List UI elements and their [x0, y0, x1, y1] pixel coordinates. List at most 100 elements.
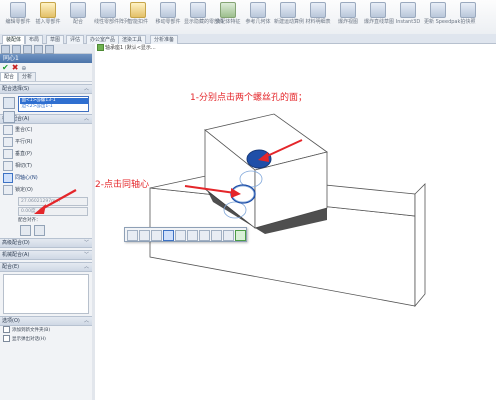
- ribbon-button-instant3d[interactable]: Instant3D: [394, 2, 422, 25]
- tab-6[interactable]: 分析准备: [150, 35, 179, 44]
- option-show-popup[interactable]: 显示弹出对话(H): [0, 335, 92, 344]
- ribbon-button-show-hidden[interactable]: 显示隐藏的零部件: [184, 2, 224, 25]
- ok-button[interactable]: ✔: [2, 63, 9, 72]
- linear-pattern-icon: [100, 2, 116, 18]
- ribbon-button-label: Instant3D: [395, 19, 421, 25]
- ribbon-button-explode-line[interactable]: 爆炸直线草图: [364, 2, 395, 25]
- accept-mate-icon[interactable]: [235, 230, 246, 241]
- parallel-icon[interactable]: [139, 230, 150, 241]
- ribbon-button-ref-geometry[interactable]: 参考几何体: [244, 2, 272, 25]
- ribbon-button-speedpak[interactable]: 更新 Speedpak: [424, 2, 460, 25]
- tab-1[interactable]: 布局: [25, 35, 44, 44]
- tab-3[interactable]: 评估: [66, 35, 85, 44]
- ribbon-button-edit-component[interactable]: 编辑零部件: [4, 2, 32, 25]
- ribbon-button-bom[interactable]: 材料明细表: [304, 2, 332, 25]
- lock-icon[interactable]: [175, 230, 186, 241]
- breadcrumb-label: 轴承座1 (默认<显示...: [105, 45, 156, 51]
- tab-analysis[interactable]: 分析: [18, 72, 37, 81]
- mate-selection-label: 配合选择(S): [2, 86, 30, 92]
- distance-field[interactable]: 27.06021297mm: [18, 197, 88, 206]
- show-hidden-icon: [190, 2, 206, 18]
- ribbon-button-snapshot[interactable]: 拍快照: [454, 2, 482, 25]
- ribbon-button-mate[interactable]: 配合: [64, 2, 92, 25]
- tab-0[interactable]: 装配体: [2, 35, 26, 44]
- explode-line-icon: [370, 2, 386, 18]
- mate-selection-list[interactable]: 面<1>@螺13-1 边<2>@出1-1: [18, 96, 89, 112]
- ribbon-button-assembly-feature[interactable]: 装配体特征: [214, 2, 242, 25]
- chevron-up-icon: ︿: [83, 264, 89, 270]
- graphics-viewport[interactable]: 轴承座1 (默认<显示... 1-分别点击两个螺丝孔的面； 2-点击同轴心: [95, 44, 496, 400]
- pin-icon[interactable]: ⊕: [21, 65, 26, 72]
- tab-mates[interactable]: 配合: [0, 72, 19, 81]
- checkbox[interactable]: [3, 326, 10, 333]
- mate-label: 平行(R): [15, 139, 33, 145]
- feature-tree-icon[interactable]: [1, 45, 10, 54]
- list-item[interactable]: 面<1>@螺13-1: [19, 97, 88, 104]
- concentric-icon[interactable]: [163, 230, 174, 241]
- coincident-icon[interactable]: [127, 230, 138, 241]
- mate-icon: [70, 2, 86, 18]
- mates-list[interactable]: [3, 274, 89, 314]
- insert-component-icon: [40, 2, 56, 18]
- ref-geometry-icon: [250, 2, 266, 18]
- lock-icon: [3, 184, 13, 195]
- option-label: 显示弹出对话(H): [12, 337, 46, 342]
- chevron-down-icon: ﹀: [83, 240, 89, 246]
- perpendicular-mate[interactable]: 垂直(P): [0, 148, 92, 160]
- option-label: 添加到新文件夹(B): [12, 328, 51, 333]
- coincident-mate[interactable]: 重合(C): [0, 124, 92, 136]
- option-add-to-folder[interactable]: 添加到新文件夹(B): [0, 326, 92, 335]
- command-tabs: 装配体 布局 草图 评估 办公室产品 渲染工具 分析准备: [0, 34, 496, 44]
- ribbon-button-label: 配合: [72, 19, 83, 25]
- property-manager-icon[interactable]: [12, 45, 21, 54]
- chevron-up-icon: ︿: [83, 116, 89, 122]
- advanced-mates-header[interactable]: 高级配合(D) ﹀: [0, 238, 92, 248]
- tab-5[interactable]: 渲染工具: [118, 35, 147, 44]
- anti-aligned-icon[interactable]: [34, 225, 45, 236]
- ribbon-button-move-component[interactable]: 移动零部件: [154, 2, 182, 25]
- selection-pin-icon[interactable]: [3, 111, 15, 123]
- lock-mate[interactable]: 锁定(O): [0, 184, 92, 196]
- ribbon-button-linear-pattern[interactable]: 线性零部件阵列: [94, 2, 129, 25]
- tab-2[interactable]: 草图: [46, 35, 65, 44]
- options-label: 选项(O): [2, 318, 20, 324]
- ribbon-button-smart-fastener[interactable]: 智能扣件: [124, 2, 152, 25]
- ribbon-button-label: 编辑零部件: [5, 19, 31, 25]
- tangent-mate[interactable]: 相切(T): [0, 160, 92, 172]
- perpendicular-icon[interactable]: [151, 230, 162, 241]
- base-block-right[interactable]: [414, 183, 426, 308]
- assembly-feature-icon: [220, 2, 236, 18]
- parallel-mate[interactable]: 平行(R): [0, 136, 92, 148]
- angle-field[interactable]: 0.00度: [18, 207, 88, 216]
- display-manager-icon[interactable]: [45, 45, 54, 54]
- flip-alignment-icon[interactable]: [211, 230, 222, 241]
- mechanical-mates-header[interactable]: 机械配合(A) ﹀: [0, 250, 92, 260]
- angle-icon[interactable]: [199, 230, 210, 241]
- mate-selection-header[interactable]: 配合选择(S) ︿: [0, 84, 92, 94]
- selection-filter-icon[interactable]: [3, 97, 15, 109]
- ribbon-button-motion-study[interactable]: 新建运动算例: [274, 2, 304, 25]
- config-manager-icon[interactable]: [23, 45, 32, 54]
- concentric-mate[interactable]: 同轴心(N): [0, 172, 92, 184]
- distance-icon[interactable]: [187, 230, 198, 241]
- dim-expert-icon[interactable]: [34, 45, 43, 54]
- undo-icon[interactable]: [223, 230, 234, 241]
- mate-selection-area: 面<1>@螺13-1 边<2>@出1-1: [0, 96, 92, 123]
- mates-header[interactable]: 配合(E) ︿: [0, 262, 92, 272]
- tab-4[interactable]: 办公室产品: [86, 35, 120, 44]
- ribbon-button-explode[interactable]: 爆炸视图: [334, 2, 362, 25]
- pm-actions: ✔ ✖ ⊕: [0, 63, 92, 72]
- ribbon-button-insert-component[interactable]: 插入零部件: [34, 2, 62, 25]
- mate-label: 同轴心(N): [15, 175, 38, 181]
- list-item[interactable]: 边<2>@出1-1: [19, 104, 88, 110]
- ribbon-button-label: 移动零部件: [155, 19, 181, 25]
- pm-subtabs: 配合 分析: [0, 72, 92, 82]
- coincident-icon: [3, 124, 13, 135]
- checkbox[interactable]: [3, 335, 10, 342]
- move-component-icon: [160, 2, 176, 18]
- breadcrumb[interactable]: 轴承座1 (默认<显示...: [95, 44, 156, 53]
- cancel-button[interactable]: ✖: [12, 63, 19, 72]
- options-header[interactable]: 选项(O) ︿: [0, 316, 92, 326]
- ribbon-button-label: 爆炸直线草图: [364, 19, 395, 25]
- aligned-icon[interactable]: [20, 225, 31, 236]
